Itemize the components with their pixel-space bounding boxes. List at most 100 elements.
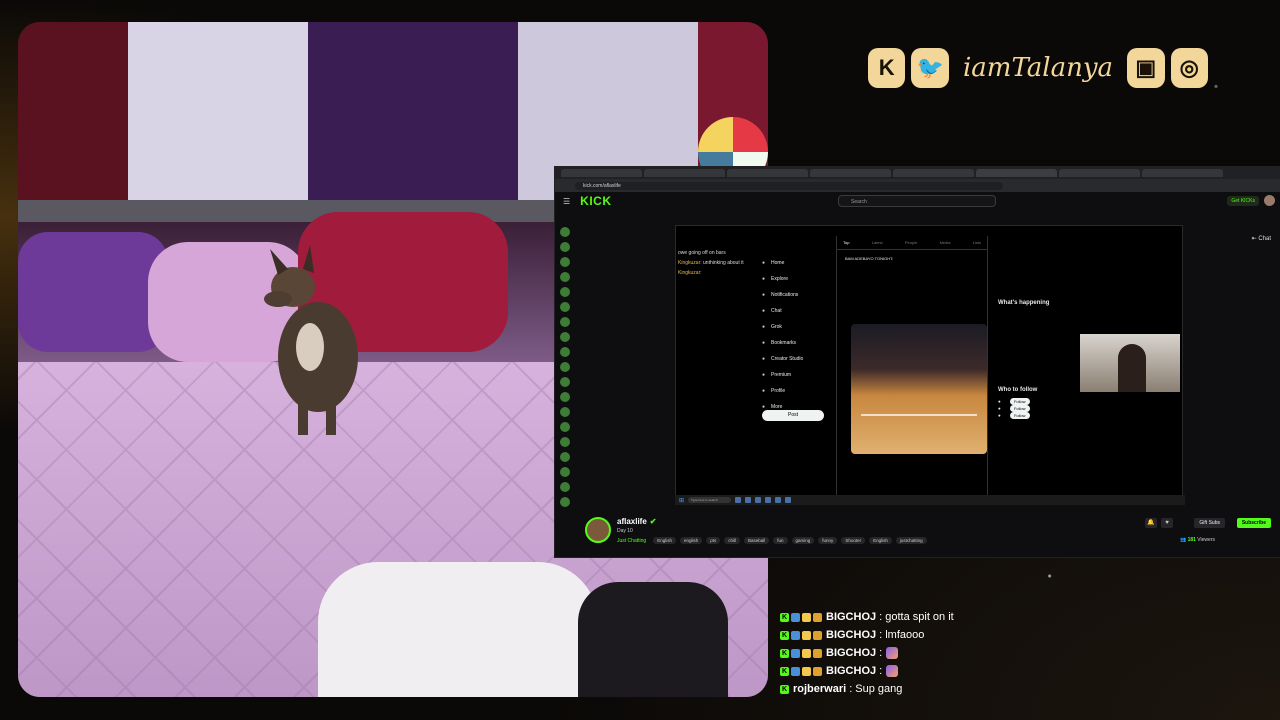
screen-share: kick.com/aflaxlife ☰ KICK Search Get KIC…	[554, 166, 1280, 558]
tag[interactable]: justchatting	[895, 537, 927, 544]
moderator-badge-icon	[791, 648, 800, 658]
streamer	[1118, 344, 1146, 392]
kick-icon: K	[868, 48, 906, 88]
tab-media[interactable]: Media	[940, 240, 951, 245]
tab-latest[interactable]: Latest	[872, 240, 883, 245]
channel-avatar[interactable]	[560, 362, 570, 372]
tag[interactable]: gaming	[791, 537, 815, 544]
channel-avatar[interactable]	[560, 347, 570, 357]
tag[interactable]: english	[679, 537, 703, 544]
channel-avatar[interactable]	[560, 272, 570, 282]
taskbar-app-icon[interactable]	[755, 497, 762, 503]
wall-panel	[128, 22, 308, 207]
chat-text: :	[879, 665, 883, 677]
post-button[interactable]: Post	[762, 410, 824, 421]
x-nav-creator-studio[interactable]: Creator Studio	[762, 356, 803, 362]
channel-avatar[interactable]	[560, 287, 570, 297]
browser-tab[interactable]	[727, 169, 808, 177]
streamer-avatar[interactable]	[585, 517, 611, 543]
channel-avatar[interactable]	[560, 392, 570, 402]
x-nav-home[interactable]: Home	[762, 260, 803, 266]
tag[interactable]: English	[653, 537, 676, 544]
emote-icon	[886, 647, 899, 659]
channel-avatar[interactable]	[560, 377, 570, 387]
post-video[interactable]	[851, 324, 987, 454]
follow-heart-button[interactable]: ♥	[1161, 518, 1173, 528]
browser-tab[interactable]	[1059, 169, 1140, 177]
channel-avatar[interactable]	[560, 302, 570, 312]
channel-avatar[interactable]	[560, 227, 570, 237]
channel-avatar[interactable]	[560, 242, 570, 252]
tag[interactable]: Shooter	[841, 537, 866, 544]
search-input[interactable]: Search	[838, 195, 996, 207]
taskbar-app-icon[interactable]	[775, 497, 782, 503]
taskbar-app-icon[interactable]	[765, 497, 772, 503]
x-nav-chat[interactable]: Chat	[762, 308, 803, 314]
moderator-badge-icon	[791, 630, 800, 640]
channel-avatar[interactable]	[560, 422, 570, 432]
browser-tab[interactable]	[810, 169, 891, 177]
tag[interactable]: English	[869, 537, 892, 544]
url-field[interactable]: kick.com/aflaxlife	[575, 181, 1003, 190]
taskbar-search[interactable]: Type here to search	[688, 497, 732, 503]
x-nav-notifications[interactable]: Notifications	[762, 292, 803, 298]
tag[interactable]: Baseball	[744, 537, 770, 544]
follow-row: ● Follow	[998, 405, 1098, 412]
stream-info: aflaxlife ✔ Day 10 Just Chatting English …	[585, 513, 1275, 553]
chat-tab[interactable]: ⇤ Chat	[1252, 235, 1271, 242]
subscriber-badge-icon	[802, 630, 811, 640]
browser-tab[interactable]	[644, 169, 725, 177]
post-text: BAM ADEBAYO TONIGHT:	[845, 256, 894, 261]
gift-subs-button[interactable]: Gift Subs	[1194, 518, 1225, 528]
x-nav-profile[interactable]: Profile	[762, 388, 803, 394]
channel-avatar[interactable]	[560, 332, 570, 342]
tag[interactable]: pts	[706, 537, 721, 544]
tab-lists[interactable]: Lists	[973, 240, 981, 245]
browser-tab[interactable]	[561, 169, 642, 177]
streamer-name[interactable]: aflaxlife	[617, 517, 647, 526]
menu-icon[interactable]: ☰	[563, 197, 570, 206]
kick-header: ☰ KICK Search Get KICKs	[555, 192, 1280, 210]
follow-button[interactable]: Follow	[1009, 405, 1030, 412]
subscribe-button[interactable]: Subscribe	[1236, 518, 1271, 528]
follow-button[interactable]: Follow	[1009, 398, 1030, 405]
kick-badge-icon: K	[780, 666, 789, 676]
channel-avatar[interactable]	[560, 257, 570, 267]
notification-bell-button[interactable]: 🔔	[1145, 518, 1157, 528]
browser-tab[interactable]	[976, 169, 1057, 177]
chat-badges: K	[780, 666, 822, 676]
x-feed: Top Latest People Media Lists BAM ADEBAY…	[836, 236, 988, 498]
taskbar-app-icon[interactable]	[735, 497, 742, 503]
x-nav-bookmarks[interactable]: Bookmarks	[762, 340, 803, 346]
chat-text: :	[879, 647, 883, 659]
chat-message: K BIGCHOJ : gotta spit on it	[780, 608, 1260, 626]
taskbar-app-icon[interactable]	[745, 497, 752, 503]
tag[interactable]: fun	[773, 537, 788, 544]
channel-avatar[interactable]	[560, 317, 570, 327]
browser-tab[interactable]	[1142, 169, 1223, 177]
x-nav-premium[interactable]: Premium	[762, 372, 803, 378]
channel-avatar[interactable]	[560, 407, 570, 417]
channel-avatar[interactable]	[560, 482, 570, 492]
taskbar-app-icon[interactable]	[785, 497, 792, 503]
x-nav-explore[interactable]: Explore	[762, 276, 803, 282]
x-nav-grok[interactable]: Grok	[762, 324, 803, 330]
avatar[interactable]	[1264, 195, 1275, 206]
tab-people[interactable]: People	[905, 240, 917, 245]
tag[interactable]: funny	[818, 537, 838, 544]
subscriber-badge-icon	[802, 612, 811, 622]
get-kicks-button[interactable]: Get KICKs	[1227, 196, 1259, 206]
channel-avatar[interactable]	[560, 497, 570, 507]
social-header: K 🐦 iamTalanya ▣ ◎	[868, 38, 1208, 98]
tab-top[interactable]: Top	[843, 240, 849, 245]
channel-avatar[interactable]	[560, 452, 570, 462]
follow-button[interactable]: Follow	[1009, 412, 1030, 419]
windows-icon[interactable]: ⊞	[679, 497, 684, 504]
browser-tab[interactable]	[893, 169, 974, 177]
tag[interactable]: chill	[724, 537, 740, 544]
channel-avatar[interactable]	[560, 437, 570, 447]
chat-username: BIGCHOJ	[826, 629, 877, 641]
kick-logo[interactable]: KICK	[580, 194, 611, 208]
stream-category[interactable]: Just Chatting	[617, 538, 646, 544]
channel-avatar[interactable]	[560, 467, 570, 477]
